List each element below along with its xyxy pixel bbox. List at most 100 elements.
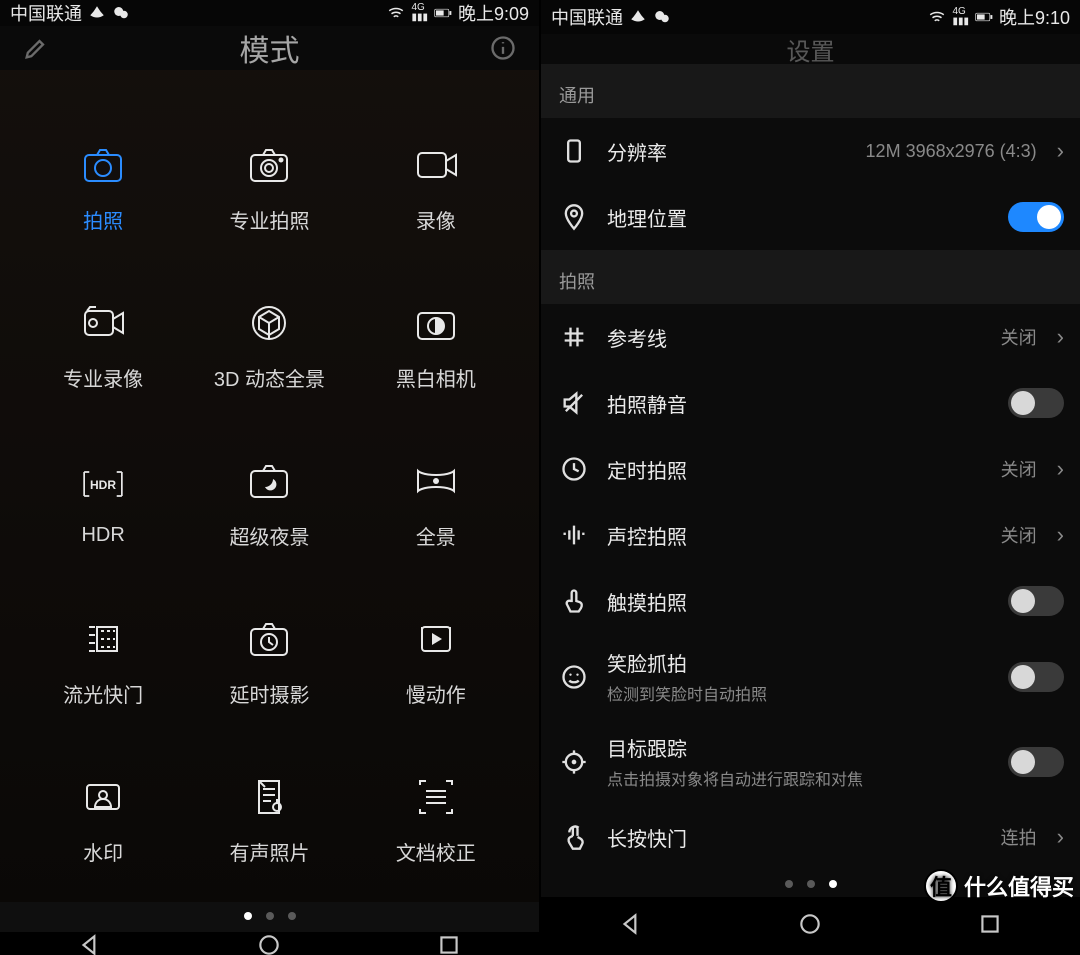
nav-home[interactable] [256, 932, 282, 955]
nav-recent[interactable] [977, 911, 1003, 942]
pro-video-icon [75, 295, 131, 351]
row-value: 关闭 [1001, 324, 1037, 350]
mode-label: HDR [81, 524, 124, 547]
nav-home[interactable] [797, 911, 823, 942]
wifi-icon [928, 8, 946, 26]
mode-pro-photo[interactable]: 专业拍照 [186, 110, 352, 260]
mode-pano[interactable]: 全景 [353, 426, 519, 576]
camera-icon [75, 137, 131, 193]
toggle-smile[interactable] [1008, 662, 1064, 692]
row-location[interactable]: 地理位置 [541, 184, 1080, 250]
battery-icon [975, 8, 993, 26]
wechat-icon [112, 4, 130, 22]
chevron-right-icon: › [1057, 456, 1064, 482]
row-subtitle: 检测到笑脸时自动拍照 [607, 681, 992, 705]
mode-audio-photo[interactable]: 有声照片 [186, 742, 352, 892]
mono-camera-icon [408, 295, 464, 351]
carrier-label: 中国联通 [10, 0, 82, 26]
row-title: 触摸拍照 [607, 587, 992, 616]
light-painting-icon [75, 611, 131, 667]
row-value: 关闭 [1001, 456, 1037, 482]
toggle-touch[interactable] [1008, 586, 1064, 616]
time-label: 晚上9:09 [458, 0, 529, 26]
row-mute[interactable]: 拍照静音 [541, 370, 1080, 436]
mode-label: 水印 [83, 837, 123, 866]
toggle-mute[interactable] [1008, 388, 1064, 418]
edit-icon[interactable] [6, 26, 66, 70]
tap-icon [557, 820, 591, 854]
mode-label: 慢动作 [406, 679, 466, 708]
chevron-right-icon: › [1057, 824, 1064, 850]
panorama-icon [408, 453, 464, 509]
row-title: 分辨率 [607, 137, 850, 166]
row-value: 连拍 [1001, 824, 1037, 850]
row-subtitle: 点击拍摄对象将自动进行跟踪和对焦 [607, 766, 992, 790]
mode-watermark[interactable]: 水印 [20, 742, 186, 892]
row-title: 笑脸抓拍 [607, 648, 992, 677]
section-header-photo: 拍照 [541, 250, 1080, 304]
nav-back[interactable] [77, 932, 103, 955]
mode-mono[interactable]: 黑白相机 [353, 268, 519, 418]
smzdm-watermark: 值 什么值得买 [924, 869, 1074, 903]
row-title: 声控拍照 [607, 521, 985, 550]
mode-label: 黑白相机 [396, 363, 476, 392]
mode-slomo[interactable]: 慢动作 [353, 584, 519, 734]
nav-back[interactable] [618, 911, 644, 942]
row-title: 拍照静音 [607, 389, 992, 418]
header: 模式 [0, 26, 539, 70]
mode-video[interactable]: 录像 [353, 110, 519, 260]
mode-pro-video[interactable]: 专业录像 [20, 268, 186, 418]
toggle-track[interactable] [1008, 747, 1064, 777]
slomo-icon [408, 611, 464, 667]
info-icon[interactable] [473, 26, 533, 70]
mode-label: 录像 [416, 205, 456, 234]
scan-icon [408, 769, 464, 825]
pro-camera-icon [241, 137, 297, 193]
row-smile[interactable]: 笑脸抓拍 检测到笑脸时自动拍照 [541, 634, 1080, 719]
huawei-icon [88, 4, 106, 22]
page-indicator [0, 902, 539, 932]
row-touch[interactable]: 触摸拍照 [541, 568, 1080, 634]
audio-photo-icon [241, 769, 297, 825]
toggle-location[interactable] [1008, 202, 1064, 232]
mode-label: 超级夜景 [229, 521, 309, 550]
mode-photo[interactable]: 拍照 [20, 110, 186, 260]
mode-timelapse[interactable]: 延时摄影 [186, 584, 352, 734]
row-hold-shutter[interactable]: 长按快门 连拍 › [541, 804, 1080, 870]
cube-3d-icon [241, 295, 297, 351]
wifi-icon [387, 4, 405, 22]
mode-light[interactable]: 流光快门 [20, 584, 186, 734]
svg-text:HDR: HDR [90, 478, 116, 492]
mode-label: 专业拍照 [229, 205, 309, 234]
mode-label: 3D 动态全景 [214, 363, 325, 392]
phone-left: 中国联通 4G▮▮▮ 晚上9:09 模式 拍照 [0, 0, 539, 955]
grid-icon [557, 320, 591, 354]
row-timer[interactable]: 定时拍照 关闭 › [541, 436, 1080, 502]
hdr-icon: HDR [75, 456, 131, 512]
mode-hdr[interactable]: HDR HDR [20, 426, 186, 576]
row-grid[interactable]: 参考线 关闭 › [541, 304, 1080, 370]
watermark-text: 什么值得买 [964, 870, 1074, 902]
row-resolution[interactable]: 分辨率 12M 3968x2976 (4:3) › [541, 118, 1080, 184]
status-bar: 中国联通 4G▮▮▮ 晚上9:09 [0, 0, 539, 26]
mode-night[interactable]: 超级夜景 [186, 426, 352, 576]
row-title: 目标跟踪 [607, 733, 992, 762]
mode-label: 延时摄影 [229, 679, 309, 708]
row-voice[interactable]: 声控拍照 关闭 › [541, 502, 1080, 568]
nav-recent[interactable] [436, 932, 462, 955]
chevron-right-icon: › [1057, 522, 1064, 548]
row-track[interactable]: 目标跟踪 点击拍摄对象将自动进行跟踪和对焦 [541, 719, 1080, 804]
section-header-general: 通用 [541, 64, 1080, 118]
row-value: 12M 3968x2976 (4:3) [866, 141, 1037, 162]
nav-bar [541, 897, 1080, 955]
touch-icon [557, 584, 591, 618]
chevron-right-icon: › [1057, 138, 1064, 164]
row-title: 定时拍照 [607, 455, 985, 484]
mute-icon [557, 386, 591, 420]
nav-bar [0, 932, 539, 955]
location-icon [557, 200, 591, 234]
row-title: 地理位置 [607, 203, 992, 232]
mode-doc-scan[interactable]: 文档校正 [353, 742, 519, 892]
smile-icon [557, 660, 591, 694]
mode-3d-pano[interactable]: 3D 动态全景 [186, 268, 352, 418]
